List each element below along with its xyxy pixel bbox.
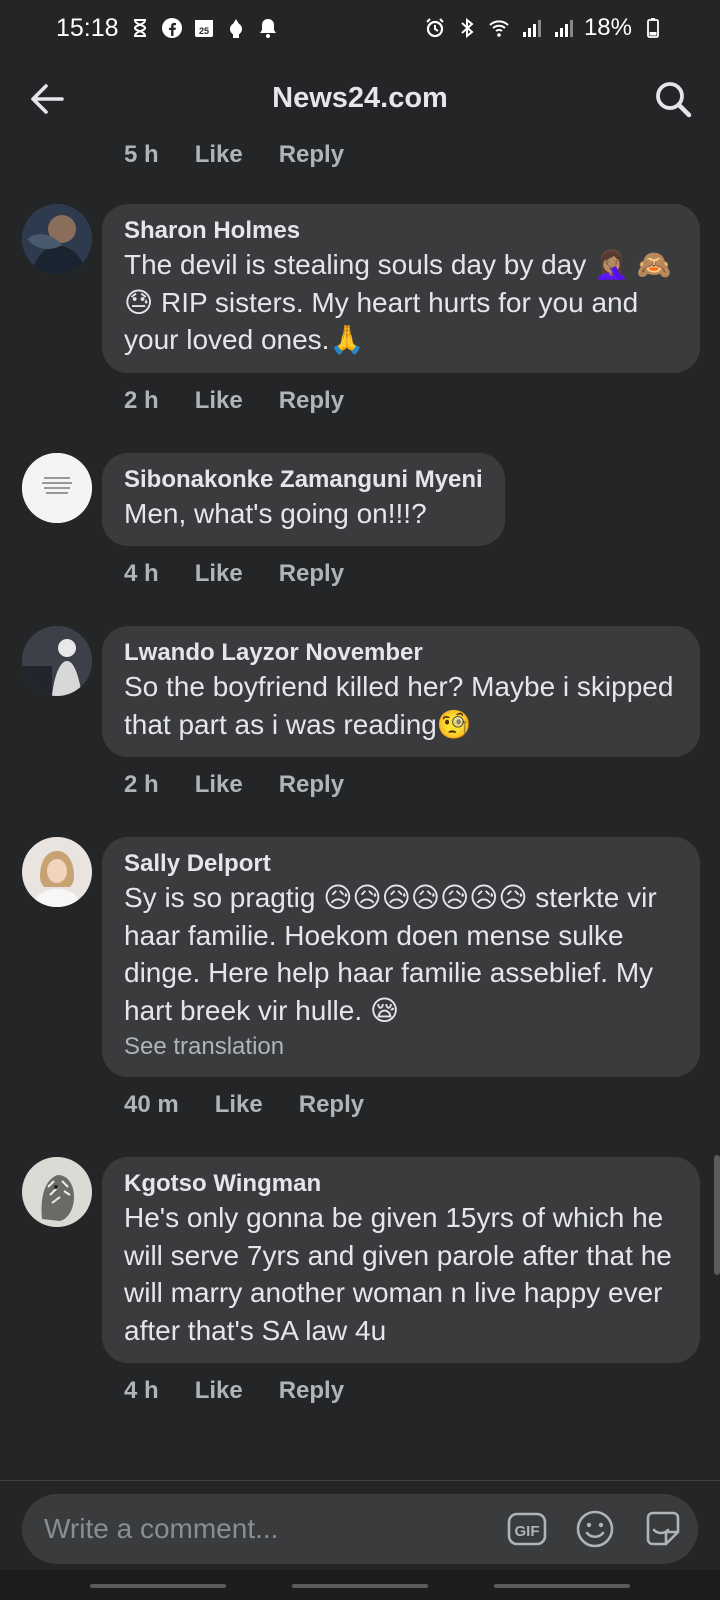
comment-author[interactable]: Sibonakonke Zamanguni Myeni — [124, 465, 483, 495]
emoji-icon[interactable] — [574, 1508, 616, 1550]
reply-button[interactable]: Reply — [279, 771, 344, 799]
bell-icon — [257, 17, 279, 39]
battery-icon — [642, 17, 664, 39]
comment-bubble[interactable]: Lwando Layzor November So the boyfriend … — [102, 626, 700, 757]
comment: Sally Delport Sy is so pragtig 😥😥😥😥😥😥😥 s… — [0, 837, 720, 1077]
comment-meta-row: 2 h Like Reply — [0, 381, 720, 421]
like-button[interactable]: Like — [195, 141, 243, 169]
composer-actions: GIF — [506, 1508, 684, 1550]
comment-meta-row: 4 h Like Reply — [0, 1371, 720, 1411]
search-icon — [656, 82, 692, 118]
comment-bubble[interactable]: Sally Delport Sy is so pragtig 😥😥😥😥😥😥😥 s… — [102, 837, 700, 1077]
battery-percentage: 18% — [583, 14, 632, 41]
comment-time: 5 h — [124, 141, 159, 168]
gif-label: GIF — [515, 1523, 540, 1540]
system-nav-bar — [0, 1570, 720, 1600]
signal-icon — [552, 17, 574, 39]
comment-author[interactable]: Sharon Holmes — [124, 216, 678, 246]
reply-button[interactable]: Reply — [299, 1091, 364, 1119]
comment-time: 4 h — [124, 1377, 159, 1404]
comment-input[interactable] — [44, 1513, 506, 1545]
comment-time: 2 h — [124, 386, 159, 414]
arrow-left-icon — [31, 84, 64, 114]
comment-text: He's only gonna be given 15yrs of which … — [124, 1202, 672, 1346]
comments-list: 5 h Like Reply Sharon Holmes The devil i… — [0, 136, 720, 1411]
calendar-icon: 25 — [193, 17, 215, 39]
comment: Sharon Holmes The devil is stealing soul… — [0, 204, 720, 373]
comment-text: Sy is so pragtig 😥😥😥😥😥😥😥 sterkte vir haa… — [124, 882, 657, 1026]
comment-meta-row: 5 h Like Reply — [0, 136, 720, 174]
comment-text: So the boyfriend killed her? Maybe i ski… — [124, 671, 674, 740]
like-button[interactable]: Like — [195, 1377, 243, 1405]
comment-bubble[interactable]: Sibonakonke Zamanguni Myeni Men, what's … — [102, 452, 505, 546]
like-button[interactable]: Like — [195, 387, 243, 415]
avatar[interactable] — [22, 204, 92, 274]
avatar[interactable] — [22, 626, 92, 696]
svg-text:25: 25 — [199, 26, 209, 36]
comment-text: The devil is stealing souls day by day 🤦… — [124, 249, 672, 355]
comment-meta-row: 40 m Like Reply — [0, 1085, 720, 1125]
comment-time: 4 h — [124, 560, 159, 587]
sonic-icon — [225, 17, 247, 39]
app-header: News24.com — [0, 60, 720, 136]
search-button[interactable] — [652, 78, 694, 120]
comment-author[interactable]: Lwando Layzor November — [124, 638, 678, 668]
reply-button[interactable]: Reply — [279, 1377, 344, 1405]
bluetooth-icon — [456, 17, 478, 39]
avatar[interactable] — [22, 1157, 92, 1227]
comment-meta-row: 2 h Like Reply — [0, 765, 720, 805]
comment-text: Men, what's going on!!!? — [124, 497, 427, 529]
reply-button[interactable]: Reply — [279, 387, 344, 415]
hourglass-icon — [129, 17, 151, 39]
comment-composer: GIF — [22, 1494, 698, 1564]
comment-time: 2 h — [124, 771, 159, 798]
comment-meta-row: 4 h Like Reply — [0, 554, 720, 594]
comment-author[interactable]: Kgotso Wingman — [124, 1169, 678, 1199]
alarm-icon — [424, 17, 446, 39]
facebook-icon — [161, 17, 183, 39]
wifi-icon — [488, 17, 510, 39]
comment: Kgotso Wingman He's only gonna be given … — [0, 1157, 720, 1363]
comment-bubble[interactable]: Sharon Holmes The devil is stealing soul… — [102, 204, 700, 373]
like-button[interactable]: Like — [215, 1091, 263, 1119]
avatar[interactable] — [22, 837, 92, 907]
status-bar: 15:18 25 18% — [0, 0, 720, 56]
like-button[interactable]: Like — [195, 560, 243, 588]
comment-author[interactable]: Sally Delport — [124, 849, 678, 879]
reply-button[interactable]: Reply — [279, 560, 344, 588]
signal-icon — [520, 17, 542, 39]
page-title: News24.com — [272, 81, 448, 114]
sticker-icon[interactable] — [642, 1508, 684, 1550]
status-right: 18% — [424, 14, 664, 42]
comment: Sibonakonke Zamanguni Myeni Men, what's … — [0, 452, 720, 546]
status-time: 15:18 — [56, 13, 119, 42]
back-button[interactable] — [26, 78, 68, 120]
composer-divider — [0, 1480, 720, 1481]
comment: Lwando Layzor November So the boyfriend … — [0, 626, 720, 757]
nav-recents-handle[interactable] — [90, 1584, 226, 1588]
comment-bubble[interactable]: Kgotso Wingman He's only gonna be given … — [102, 1157, 700, 1363]
scrollbar-thumb[interactable] — [714, 1155, 720, 1275]
like-button[interactable]: Like — [195, 771, 243, 799]
avatar[interactable] — [22, 452, 92, 523]
reply-button[interactable]: Reply — [279, 141, 344, 169]
nav-back-handle[interactable] — [494, 1584, 630, 1588]
nav-home-handle[interactable] — [292, 1584, 428, 1588]
status-left: 15:18 25 — [56, 14, 279, 43]
gif-icon[interactable]: GIF — [506, 1508, 548, 1550]
comment-time: 40 m — [124, 1091, 179, 1118]
see-translation-link[interactable]: See translation — [124, 1031, 678, 1063]
